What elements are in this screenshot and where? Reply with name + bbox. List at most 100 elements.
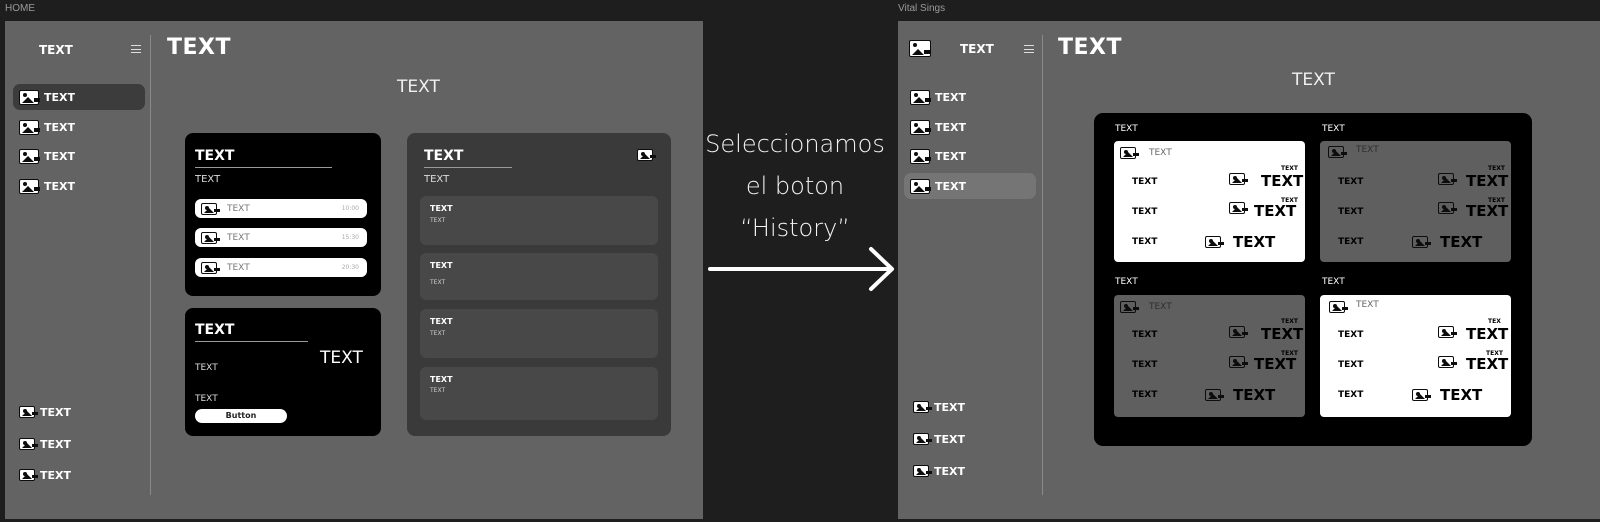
sidebar-item-label: TEXT	[40, 437, 72, 451]
row-label: TEXT	[1338, 360, 1364, 370]
sidebar-bottom-item-2[interactable]: TEXT	[13, 431, 145, 457]
sidebar-item-1[interactable]: TEXT	[904, 84, 1036, 110]
image-icon	[1438, 326, 1454, 338]
menu-icon[interactable]	[131, 45, 141, 53]
sidebar-item-2[interactable]: TEXT	[904, 114, 1036, 140]
divider	[195, 167, 332, 168]
row-value: TEXT	[1440, 386, 1483, 404]
sidebar-bottom-item-1[interactable]: TEXT	[13, 399, 145, 425]
image-icon	[19, 438, 35, 450]
vital-card[interactable]: TEXT TEXT TEXT TEXT TEXT TEXT TEXT TEXT …	[1114, 295, 1305, 417]
row-label: TEXT	[1338, 207, 1364, 217]
image-icon	[201, 231, 217, 244]
image-icon	[1438, 202, 1454, 214]
image-icon	[1328, 146, 1344, 158]
history-card: TEXT TEXT TEXT TEXT TEXT TEXT TEXT TEXT …	[407, 133, 671, 436]
image-icon	[913, 465, 929, 477]
sidebar-item-3[interactable]: TEXT	[13, 143, 145, 169]
row-value: TEXT	[1466, 202, 1509, 220]
history-item[interactable]: TEXT TEXT	[420, 309, 658, 358]
history-item-title: TEXT	[430, 204, 453, 213]
vital-card[interactable]: TEXT TEXT TEX TEXT TEXT TEXT TEXT TEXT T…	[1320, 295, 1511, 417]
row-unit: TEXT	[1281, 318, 1298, 325]
home-frame: TEXT TEXT TEXT TEXT TEXT TEXT TEXT TEXT …	[5, 21, 703, 519]
image-icon	[1205, 389, 1221, 401]
vital-card[interactable]: TEXT TEXT TEXT TEXT TEXT TEXT TEXT TEXT …	[1320, 141, 1511, 262]
card-label: TEXT	[195, 394, 218, 404]
image-icon	[19, 406, 35, 418]
card-title: TEXT	[424, 148, 464, 164]
history-item-title: TEXT	[430, 261, 453, 270]
row-label: TEXT	[1132, 207, 1158, 217]
row-value: TEXT	[1261, 172, 1304, 190]
row-value: TEXT	[1466, 325, 1509, 343]
sidebar-title: TEXT	[39, 43, 73, 57]
history-item[interactable]: TEXT TEXT	[420, 196, 658, 245]
section-title: TEXT	[1292, 70, 1335, 90]
sidebar-item-label: TEXT	[44, 179, 76, 193]
instruction-line-3: “History”	[740, 214, 850, 242]
history-item[interactable]: TEXT TEXT	[420, 253, 658, 300]
vitals-panel: TEXT TEXT TEXT TEXT TEXT TEXT TEXT TEXT …	[1094, 113, 1532, 446]
image-icon	[19, 119, 39, 135]
row-label: TEXT	[1338, 330, 1364, 340]
image-icon	[19, 148, 39, 164]
image-icon	[910, 119, 930, 135]
divider	[424, 167, 512, 168]
vital-card-head: TEXT	[1149, 148, 1172, 158]
sidebar-item-label: TEXT	[934, 464, 966, 478]
row-label: TEXT	[1338, 177, 1364, 187]
row-label: TEXT	[227, 262, 250, 273]
image-icon	[910, 178, 930, 194]
vital-card-head: TEXT	[1356, 145, 1379, 155]
sidebar-divider	[1042, 35, 1043, 495]
sidebar-bottom-item-3[interactable]: TEXT	[13, 462, 145, 488]
image-icon	[201, 261, 217, 274]
row-value: TEXT	[1254, 202, 1297, 220]
sidebar-item-3[interactable]: TEXT	[904, 143, 1036, 169]
vital-label: TEXT	[1115, 124, 1138, 134]
row-label: TEXT	[227, 232, 250, 243]
history-item-title: TEXT	[430, 375, 453, 384]
image-icon	[910, 148, 930, 164]
row-time: 10:00	[341, 205, 359, 212]
card-subtitle: TEXT	[195, 363, 218, 373]
sidebar-item-history[interactable]: TEXT	[904, 173, 1036, 199]
instruction-line-2: el boton	[745, 172, 845, 200]
image-icon	[19, 178, 39, 194]
schedule-row[interactable]: TEXT 15:30	[195, 228, 367, 247]
vital-card[interactable]: TEXT TEXT TEXT TEXT TEXT TEXT TEXT TEXT …	[1114, 141, 1305, 262]
menu-icon[interactable]	[1024, 45, 1034, 53]
sidebar-item-2[interactable]: TEXT	[13, 114, 145, 140]
row-label: TEXT	[1132, 237, 1158, 247]
row-value: TEXT	[1440, 233, 1483, 251]
action-button[interactable]: Button	[195, 409, 287, 423]
image-icon	[1120, 301, 1136, 313]
sidebar-item-4[interactable]: TEXT	[13, 173, 145, 199]
sidebar-item-1[interactable]: TEXT	[13, 84, 145, 110]
image-icon	[1412, 236, 1428, 248]
vital-signs-frame: TEXT TEXT TEXT TEXT TEXT TEXT TEXT TEXT …	[898, 21, 1600, 519]
image-icon	[1229, 326, 1245, 338]
sidebar-bottom-item-2[interactable]: TEXT	[907, 426, 1037, 452]
image-icon	[1205, 236, 1221, 248]
row-value: TEXT	[1466, 172, 1509, 190]
history-item-title: TEXT	[430, 317, 453, 326]
image-icon	[909, 40, 931, 57]
schedule-row[interactable]: TEXT 10:00	[195, 199, 367, 218]
sidebar-item-label: TEXT	[934, 432, 966, 446]
history-item[interactable]: TEXT TEXT	[420, 367, 658, 420]
big-value: TEXT	[320, 348, 363, 368]
image-icon	[1329, 301, 1345, 313]
sidebar-bottom-item-1[interactable]: TEXT	[907, 394, 1037, 420]
schedule-row[interactable]: TEXT 20:30	[195, 258, 367, 277]
vital-label: TEXT	[1322, 277, 1345, 287]
sidebar-bottom-item-3[interactable]: TEXT	[907, 458, 1037, 484]
image-icon	[19, 89, 39, 105]
card-title: TEXT	[195, 148, 235, 164]
sidebar-item-label: TEXT	[40, 468, 72, 482]
row-value: TEXT	[1233, 386, 1276, 404]
row-unit: TEXT	[1281, 165, 1298, 172]
image-icon	[913, 433, 929, 445]
sidebar-item-label: TEXT	[935, 179, 967, 193]
